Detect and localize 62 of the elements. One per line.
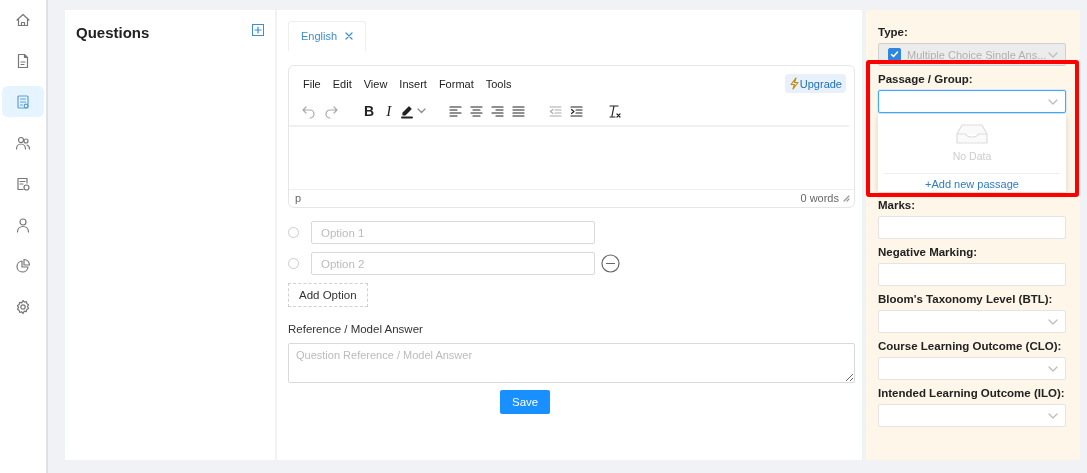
panel-title: Questions: [76, 24, 150, 41]
add-option-button[interactable]: Add Option: [288, 283, 368, 307]
input-field[interactable]: [878, 216, 1066, 239]
users-icon: [15, 134, 31, 151]
align-right-icon: [490, 103, 506, 119]
pie-chart-icon: [15, 257, 31, 274]
reference-answer-field[interactable]: Question Reference / Model Answer: [288, 343, 855, 383]
sidebar-item[interactable]: [2, 86, 44, 117]
radio-button[interactable]: [288, 227, 299, 238]
field-label: Type:: [878, 26, 909, 39]
field-label: Negative Marking:: [878, 246, 979, 259]
checkbox-icon: [888, 48, 901, 61]
document-icon: [15, 52, 31, 69]
justify-icon: [511, 103, 527, 119]
field-label: Bloom's Taxonomy Level (BTL):: [878, 293, 1054, 306]
settings-icon: [15, 298, 31, 315]
upgrade-button[interactable]: Upgrade: [784, 74, 846, 93]
menu-item[interactable]: View: [363, 75, 393, 92]
lightning-icon: [788, 77, 800, 90]
empty-inbox-icon: [954, 122, 990, 146]
chevron-down-icon: [1048, 98, 1058, 105]
align-left-icon: [448, 103, 464, 119]
chevron-down-icon: [1048, 51, 1058, 58]
chevron-down-icon: [1048, 412, 1058, 419]
remove-option-button[interactable]: [601, 254, 620, 273]
field-label: Course Learning Outcome (CLO):: [878, 340, 1063, 353]
menu-item[interactable]: Tools: [485, 75, 517, 92]
input-field[interactable]: [878, 263, 1066, 286]
field-label: Intended Learning Outcome (ILO):: [878, 387, 1066, 400]
chevron-down-icon: [1048, 318, 1058, 325]
language-tab[interactable]: English: [288, 21, 367, 51]
field-label: Reference / Model Answer: [288, 323, 424, 335]
menu-item[interactable]: Format: [438, 75, 479, 92]
option-field[interactable]: Option 2: [311, 252, 595, 275]
add-passage-link[interactable]: +Add new passage: [884, 173, 1060, 192]
word-count: 0 words: [800, 192, 839, 204]
add-question-button[interactable]: [252, 24, 264, 36]
select-field[interactable]: [878, 90, 1066, 113]
field-label: Marks:: [878, 199, 917, 212]
radio-button[interactable]: [288, 258, 299, 269]
home-icon: [15, 11, 31, 28]
field-label: Passage / Group:: [878, 73, 974, 86]
option-field[interactable]: Option 1: [311, 221, 595, 244]
bold-button[interactable]: B: [361, 102, 378, 120]
select-value: Multiple Choice Single Ans...: [907, 48, 1048, 61]
minus-circle-icon: [601, 254, 620, 273]
close-icon: [345, 32, 354, 40]
user-icon: [15, 216, 31, 233]
checklist-icon: [15, 93, 31, 110]
menu-item[interactable]: File: [303, 75, 326, 92]
outdent-icon: [548, 103, 564, 119]
menu-item[interactable]: Edit: [332, 75, 357, 92]
italic-button[interactable]: I: [383, 102, 395, 120]
report-icon: [15, 175, 31, 192]
resize-handle-icon: [843, 194, 850, 202]
chevron-down-icon: [417, 108, 427, 114]
menu-item[interactable]: Insert: [399, 75, 432, 92]
indent-icon: [569, 103, 585, 119]
chevron-down-icon: [1048, 365, 1058, 372]
element-path: p: [295, 192, 302, 204]
align-center-icon: [469, 103, 485, 119]
plus-icon: [254, 26, 262, 34]
